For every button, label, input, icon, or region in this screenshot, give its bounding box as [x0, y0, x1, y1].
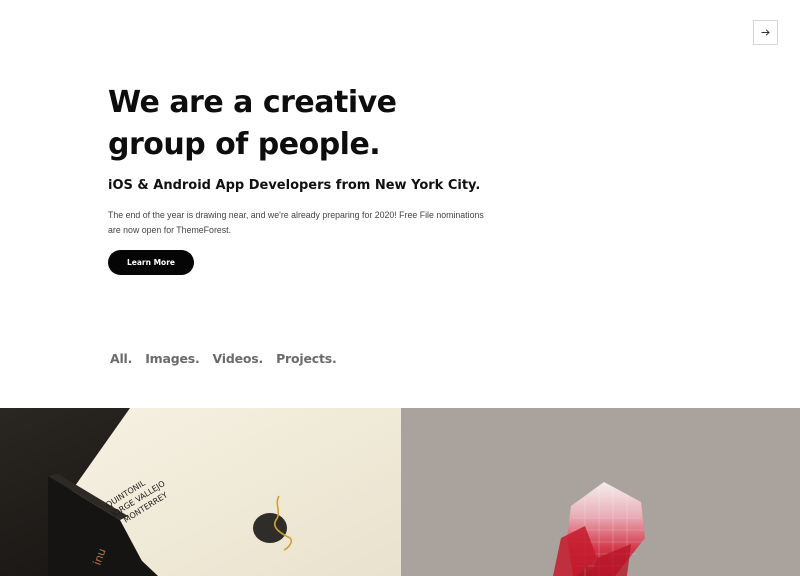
hero-headline-line1: We are a creative: [108, 85, 397, 120]
learn-more-button[interactable]: Learn More: [108, 250, 194, 275]
hero-subtitle: iOS & Android App Developers from New Yo…: [108, 178, 481, 193]
hero-headline: We are a creative group of people.: [108, 82, 528, 166]
business-card-image: inu QUINTONIL JORGE VALLEJO MONTERREY: [0, 408, 401, 576]
filter-videos[interactable]: Videos.: [213, 351, 264, 366]
next-button[interactable]: [753, 20, 778, 45]
hero-headline-line2: group of people.: [108, 127, 381, 162]
filter-all[interactable]: All.: [110, 351, 132, 366]
abstract-3d-image: [401, 408, 800, 576]
page: We are a creative group of people. iOS &…: [0, 0, 800, 576]
portfolio-filters: All. Images. Videos. Projects.: [110, 351, 337, 366]
filter-projects[interactable]: Projects.: [276, 351, 337, 366]
filter-images[interactable]: Images.: [145, 351, 200, 366]
hero-section: We are a creative group of people. iOS &…: [108, 82, 528, 275]
portfolio-item-3d[interactable]: [401, 408, 800, 576]
hero-body: The end of the year is drawing near, and…: [108, 210, 484, 235]
portfolio-item-card[interactable]: inu QUINTONIL JORGE VALLEJO MONTERREY: [0, 408, 401, 576]
arrow-right-icon: [761, 29, 770, 36]
